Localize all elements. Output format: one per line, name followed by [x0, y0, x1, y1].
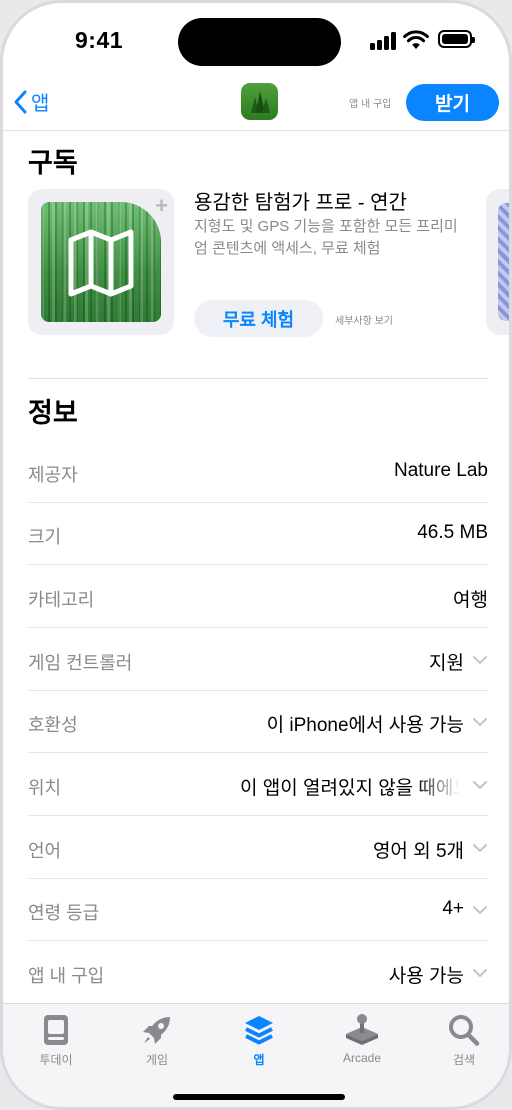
info-row-age-rating[interactable]: 연령 등급 4+ [28, 879, 488, 941]
tab-arcade[interactable]: Arcade [322, 1012, 402, 1065]
app-icon [241, 83, 278, 120]
subscription-title: 용감한 탐험가 프로 - 연간 [194, 192, 407, 214]
chevron-down-icon [473, 656, 487, 664]
forest-icon [251, 91, 270, 113]
tab-games[interactable]: 게임 [117, 1012, 197, 1068]
info-label: 제공자 [28, 465, 78, 485]
chevron-down-icon [473, 844, 487, 852]
info-label: 카테고리 [28, 590, 95, 610]
cellular-signal-icon [370, 32, 398, 50]
chevron-down-icon [473, 781, 487, 789]
phone-screen: 9:41 앱 앱 내 구입 받기 구독 + 용감한 탐험가 프로 - 연간 지형… [0, 0, 512, 1110]
info-value: Nature Lab [393, 460, 488, 481]
in-app-purchase-note: 앱 내 구입 [349, 99, 392, 110]
tab-label: 앱 [253, 1053, 265, 1067]
joystick-icon [346, 1014, 378, 1045]
battery-icon [438, 30, 475, 48]
free-trial-button[interactable]: 무료 체험 [194, 300, 323, 337]
info-label: 게임 컨트롤러 [28, 653, 133, 673]
info-label: 크기 [28, 527, 62, 547]
tab-label: 게임 [145, 1053, 169, 1067]
back-label: 앱 [31, 93, 50, 115]
tab-search[interactable]: 검색 [424, 1012, 504, 1068]
status-bar: 9:41 [3, 3, 509, 75]
info-value: 지원 [429, 653, 464, 674]
home-indicator[interactable] [173, 1094, 345, 1100]
get-button[interactable]: 받기 [406, 84, 499, 121]
subscription-description: 지형도 및 GPS 기능을 포함한 모든 프리미엄 콘텐츠에 액세스, 무료 체… [194, 218, 458, 257]
wifi-icon [403, 30, 429, 49]
tab-label: Arcade [342, 1051, 382, 1065]
subscription-artwork [41, 202, 161, 322]
tab-label: 검색 [452, 1053, 476, 1067]
search-icon [449, 1015, 480, 1046]
info-value: 사용 가능 [388, 966, 464, 987]
tab-today[interactable]: 투데이 [16, 1012, 96, 1068]
info-label: 호환성 [28, 715, 78, 735]
info-row-size: 크기 46.5 MB [28, 503, 488, 565]
rocket-icon [143, 1017, 170, 1044]
info-value: 4+ [442, 898, 464, 919]
dynamic-island [178, 18, 341, 66]
info-value: 이 앱이 열려있지 않을 때에도 [240, 778, 460, 799]
nav-bar: 앱 앱 내 구입 받기 [3, 75, 509, 131]
info-row-in-app-purchases[interactable]: 앱 내 구입 사용 가능 [28, 942, 488, 1004]
chevron-down-icon [473, 718, 487, 726]
section-divider [28, 378, 488, 379]
info-section-title: 정보 [28, 398, 78, 428]
info-value: 여행 [453, 590, 488, 611]
info-label: 위치 [28, 778, 62, 798]
back-button[interactable]: 앱 [13, 87, 49, 116]
info-row-provider: 제공자 Nature Lab [28, 441, 488, 503]
info-value: 영어 외 5개 [372, 841, 464, 862]
info-label: 언어 [28, 841, 62, 861]
plus-icon: + [155, 193, 168, 218]
info-label: 연령 등급 [28, 903, 100, 923]
apps-stack-icon [245, 1016, 273, 1045]
tab-apps[interactable]: 앱 [219, 1012, 299, 1068]
info-row-languages[interactable]: 언어 영어 외 5개 [28, 817, 488, 879]
info-label: 앱 내 구입 [28, 966, 105, 986]
chevron-down-icon [473, 969, 487, 977]
map-icon [68, 229, 134, 297]
status-time: 9:41 [75, 27, 124, 53]
subscription-section-title: 구독 [28, 148, 78, 178]
info-row-game-controller[interactable]: 게임 컨트롤러 지원 [28, 629, 488, 691]
details-link[interactable]: 세부사항 보기 [335, 312, 393, 327]
next-subscription-card[interactable] [486, 189, 509, 335]
next-subscription-artwork [498, 203, 509, 321]
info-row-compatibility[interactable]: 호환성 이 iPhone에서 사용 가능 [28, 691, 488, 753]
info-row-location[interactable]: 위치 이 앱이 열려있지 않을 때에도 [28, 754, 488, 816]
chevron-down-icon [473, 906, 487, 914]
info-row-category: 카테고리 여행 [28, 566, 488, 628]
subscription-card[interactable]: + [28, 189, 174, 335]
chevron-left-icon [14, 90, 27, 113]
info-value: 이 iPhone에서 사용 가능 [266, 715, 464, 736]
info-value: 46.5 MB [417, 522, 488, 543]
today-icon [44, 1015, 68, 1045]
tab-label: 투데이 [39, 1053, 73, 1067]
